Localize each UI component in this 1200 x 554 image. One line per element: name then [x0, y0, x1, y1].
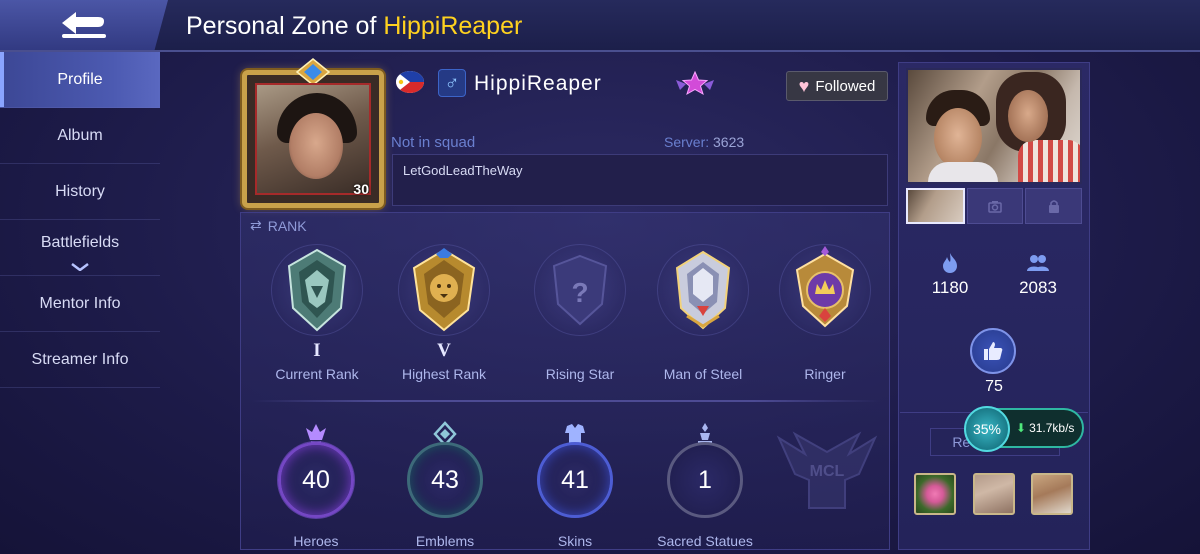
- title-player-name: HippiReaper: [383, 12, 523, 40]
- like-count: 75: [985, 378, 1003, 395]
- badge-label: Current Rank: [275, 366, 359, 382]
- svg-text:?: ?: [571, 277, 588, 308]
- avatar-photo: [255, 83, 371, 195]
- sacred-statues-count: 1: [667, 442, 743, 518]
- sidebar-item-battlefields[interactable]: Battlefields: [0, 220, 160, 276]
- fire-icon: [943, 253, 957, 273]
- followers-value: 2083: [1019, 278, 1057, 297]
- photo-person1-shirt: [928, 162, 998, 182]
- sidebar: Profile Album History Battlefields Mento…: [0, 52, 160, 554]
- sidebar-item-label: Album: [57, 126, 103, 144]
- network-speed-value: 31.7kb/s: [1029, 421, 1075, 435]
- swap-icon: ⇄: [250, 217, 262, 233]
- badge-label: Ringer: [804, 366, 846, 382]
- visitor-avatar[interactable]: [1031, 473, 1073, 515]
- photo-person1-face: [934, 108, 982, 168]
- network-speed: ⬇ 31.7kb/s: [1016, 421, 1074, 435]
- profile-photo[interactable]: [906, 68, 1082, 184]
- stat-label: Sacred Statues: [657, 533, 753, 549]
- title-prefix: Personal Zone of: [186, 12, 384, 40]
- man-of-steel-emblem-icon: [675, 250, 731, 330]
- camera-icon: [988, 201, 1002, 213]
- server-value: 3623: [713, 134, 745, 150]
- badge-label: Highest Rank: [401, 366, 487, 382]
- followers-icon: [1027, 255, 1049, 271]
- photo-thumbnail[interactable]: [906, 188, 965, 224]
- locked-badge-question-icon: ?: [552, 254, 608, 326]
- top-bar: Personal Zone of HippiReaper: [0, 0, 1200, 52]
- current-rank-emblem-icon: [287, 248, 347, 332]
- server-label: Server:: [664, 134, 710, 150]
- sidebar-item-mentor-info[interactable]: Mentor Info: [0, 276, 160, 332]
- emblems-count: 43: [407, 442, 483, 518]
- badge-roman-numeral: V: [437, 340, 451, 361]
- followed-button-label: Followed: [815, 77, 876, 95]
- avatar-photo-face: [289, 113, 343, 179]
- followed-button[interactable]: ♥ Followed: [786, 71, 888, 101]
- sidebar-item-label: Mentor Info: [39, 294, 121, 312]
- stat-label: Heroes: [293, 533, 339, 549]
- sidebar-item-label: Streamer Info: [31, 350, 129, 368]
- svg-text:MCL: MCL: [810, 463, 845, 480]
- star-rank-icon: [676, 70, 714, 96]
- rank-section-title: RANK: [267, 217, 307, 234]
- avatar-level: 30: [353, 181, 369, 197]
- badge-label: Rising Star: [545, 366, 615, 382]
- popularity-stat: 1180: [910, 252, 990, 298]
- sidebar-item-album[interactable]: Album: [0, 108, 160, 164]
- thumbs-up-icon: [984, 342, 1003, 360]
- photo-slot-locked[interactable]: [1025, 188, 1083, 224]
- sidebar-item-profile[interactable]: Profile: [0, 52, 160, 108]
- avatar[interactable]: 30: [242, 58, 384, 208]
- server-info: Server: 3623: [664, 134, 744, 150]
- skins-count: 41: [537, 442, 613, 518]
- visitor-avatar[interactable]: [914, 473, 956, 515]
- page-title: Personal Zone of HippiReaper: [186, 12, 522, 41]
- lock-icon: [1048, 200, 1059, 213]
- photo-thumbnails: [906, 188, 1083, 224]
- male-gender-icon: ♂: [438, 69, 466, 97]
- followers-stat: 2083: [998, 252, 1078, 298]
- network-percent: 35%: [964, 406, 1010, 452]
- sidebar-item-label: Profile: [57, 70, 103, 88]
- back-button[interactable]: [0, 0, 168, 50]
- photo-person2-shirt: [1018, 140, 1080, 182]
- signature-box[interactable]: LetGodLeadTheWay: [392, 154, 888, 206]
- network-speed-overlay[interactable]: 35% ⬇ 31.7kb/s: [964, 406, 1084, 452]
- stat-label: Skins: [557, 533, 593, 549]
- username: HippiReaper: [474, 72, 602, 95]
- ringer-emblem-icon: [795, 246, 855, 328]
- photo-slot-locked[interactable]: [966, 188, 1024, 224]
- stat-label: Emblems: [415, 533, 475, 549]
- section-divider: [252, 400, 880, 402]
- visitor-avatar[interactable]: [973, 473, 1015, 515]
- signature-text: LetGodLeadTheWay: [403, 163, 523, 178]
- download-arrow-icon: ⬇: [1016, 421, 1027, 435]
- back-arrow-icon: [62, 12, 106, 38]
- recent-visitors: [912, 473, 1082, 517]
- heroes-count: 40: [278, 442, 354, 518]
- rank-section-header[interactable]: ⇄ RANK: [250, 217, 307, 234]
- mcl-logo-icon: MCL: [776, 431, 878, 509]
- sidebar-item-history[interactable]: History: [0, 164, 160, 220]
- badge-label: Man of Steel: [663, 366, 743, 382]
- highest-rank-emblem-icon: [412, 248, 476, 332]
- like-button[interactable]: [970, 328, 1016, 374]
- chevron-down-icon: [71, 263, 89, 271]
- sidebar-item-streamer-info[interactable]: Streamer Info: [0, 332, 160, 388]
- popularity-value: 1180: [931, 278, 969, 297]
- sidebar-item-label: Battlefields: [40, 233, 120, 251]
- philippines-flag-icon: [396, 71, 424, 93]
- photo-person2-face: [1008, 90, 1048, 142]
- squad-status: Not in squad: [391, 134, 476, 151]
- heart-icon: ♥: [798, 75, 810, 96]
- sidebar-item-label: History: [55, 182, 105, 200]
- badge-roman-numeral: I: [313, 340, 321, 361]
